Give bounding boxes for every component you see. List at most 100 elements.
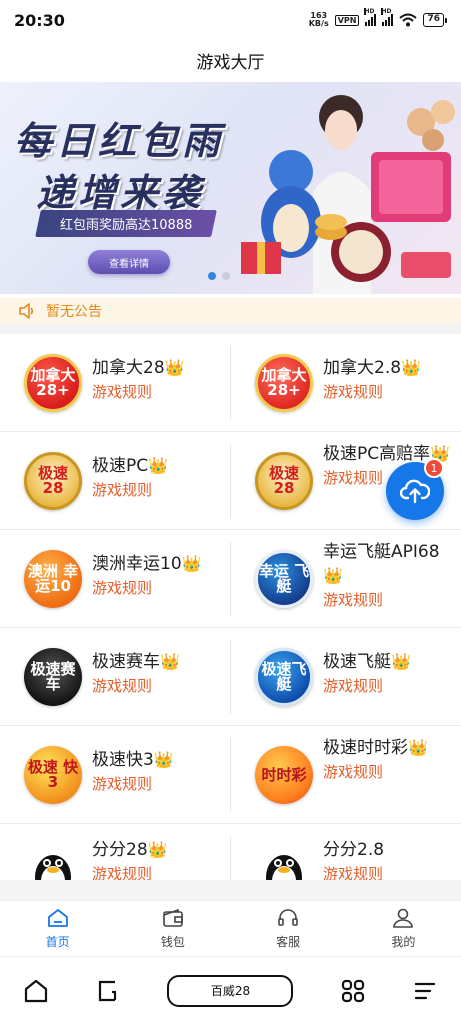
notice-bar[interactable]: 暂无公告: [0, 298, 461, 324]
game-card-jisu-pc[interactable]: 极速 28 极速PC👑 游戏规则: [0, 432, 230, 530]
game-name: 极速PC: [92, 456, 149, 476]
notification-badge: 1: [424, 458, 444, 478]
current-app-pill[interactable]: 百威28: [167, 974, 294, 1007]
game-rules-link[interactable]: 游戏规则: [92, 380, 226, 404]
tab-label: 首页: [45, 935, 70, 949]
game-card-canada28[interactable]: 加拿大 28+ 加拿大28👑 游戏规则: [0, 334, 230, 432]
game-name: 澳洲幸运10: [92, 554, 182, 574]
promo-banner[interactable]: 每日红包雨 递增来袭 红包雨奖励高达10888 查看详情: [0, 82, 461, 294]
game-row: 极速赛车 极速赛车👑 游戏规则 极速飞艇 极速飞艇👑 游戏规则: [0, 628, 461, 726]
game-card-aus-lucky10[interactable]: 澳洲 幸运10 澳洲幸运10👑 游戏规则: [0, 530, 230, 628]
game-rules-link[interactable]: 游戏规则: [323, 380, 457, 404]
network-speed-unit: KB/s: [308, 19, 329, 28]
canada28-logo-icon: 加拿大 28+: [24, 354, 82, 412]
carousel-dot-2[interactable]: [222, 272, 230, 280]
game-name: 极速飞艇: [323, 652, 391, 672]
crown-icon: 👑: [148, 456, 169, 475]
game-rules-link[interactable]: 游戏规则: [323, 760, 457, 784]
game-title: 加拿大28👑: [92, 356, 226, 380]
tab-home[interactable]: 首页: [0, 901, 115, 956]
banner-tagline: 红包雨奖励高达10888: [35, 210, 218, 237]
wallet-icon: [163, 908, 183, 927]
back-nav-icon[interactable]: [95, 978, 121, 1004]
game-card-canada2-8[interactable]: 加拿大 28+ 加拿大2.8👑 游戏规则: [231, 334, 461, 432]
network-speed: 163 KB/s: [309, 12, 329, 28]
crown-icon: 👑: [401, 358, 421, 377]
tab-label: 钱包: [160, 935, 185, 949]
game-title: 加拿大2.8👑: [323, 356, 457, 380]
game-row: 加拿大 28+ 加拿大28👑 游戏规则 加拿大 28+ 加拿大2.8👑 游戏规则: [0, 334, 461, 432]
carousel-dot-1[interactable]: [208, 272, 216, 280]
game-title: 幸运飞艇API68 👑: [323, 540, 457, 588]
game-title: 极速赛车👑: [92, 650, 226, 674]
wifi-icon: [399, 13, 418, 27]
upload-fab-button[interactable]: 1: [386, 458, 444, 520]
home-nav-icon[interactable]: [23, 978, 49, 1004]
tab-profile[interactable]: 我的: [346, 901, 461, 956]
user-icon: [393, 908, 414, 928]
k3-logo-icon: 极速 快3: [24, 746, 82, 804]
headset-icon: [278, 909, 298, 926]
game-row: 分分28👑 游戏规则 分分2.8 游戏规则: [0, 824, 461, 880]
crown-icon: 👑: [323, 566, 343, 585]
game-title: 极速时时彩👑: [323, 736, 457, 760]
game-card-jisu-airship[interactable]: 极速飞艇 极速飞艇👑 游戏规则: [231, 628, 461, 726]
game-name: 加拿大2.8: [323, 358, 402, 378]
signal-hd-label-2: HD: [381, 8, 392, 15]
game-name: 分分2.8: [323, 840, 385, 860]
menu-lines-icon[interactable]: [412, 978, 438, 1004]
status-indicators: 163 KB/s VPN HD HD 76: [309, 8, 447, 28]
signal-hd-label: HD: [364, 8, 375, 15]
game-card-jisu-racing[interactable]: 极速赛车 极速赛车👑 游戏规则: [0, 628, 230, 726]
game-name: 极速快3: [92, 750, 154, 770]
game-card-fenfen28[interactable]: 分分28👑 游戏规则: [0, 824, 230, 880]
bottom-tab-bar: 首页 钱包 客服 我的: [0, 900, 461, 956]
game-name: 极速赛车: [92, 652, 160, 672]
jisu28-logo-icon: 极速 28: [24, 452, 82, 510]
game-rules-link[interactable]: 游戏规则: [92, 478, 226, 502]
game-title: 分分28👑: [92, 838, 226, 862]
game-title: 澳洲幸运10👑: [92, 552, 226, 576]
crown-icon: 👑: [160, 652, 180, 671]
game-rules-link[interactable]: 游戏规则: [323, 588, 457, 612]
page-title: 游戏大厅: [196, 52, 265, 73]
banner-tagline-text: 红包雨奖励高达10888: [60, 218, 193, 233]
notice-text: 暂无公告: [46, 304, 102, 320]
game-card-fenfen2-8[interactable]: 分分2.8 游戏规则: [231, 824, 461, 880]
game-rules-link[interactable]: 游戏规则: [92, 862, 226, 880]
game-name: 极速时时彩: [323, 738, 408, 758]
game-rules-link[interactable]: 游戏规则: [92, 576, 226, 600]
game-name: 极速PC高赔率: [323, 444, 431, 464]
game-title: 极速PC👑: [92, 454, 226, 478]
app-grid-icon[interactable]: [340, 978, 366, 1004]
carousel-indicator[interactable]: [208, 272, 230, 280]
qq-penguin-icon: [255, 844, 313, 880]
tab-wallet[interactable]: 钱包: [115, 901, 230, 956]
lucky10-logo-icon: 澳洲 幸运10: [24, 550, 82, 608]
game-card-lucky-airship-api68[interactable]: 幸运 飞艇 幸运飞艇API68 👑 游戏规则: [231, 530, 461, 628]
game-rules-link[interactable]: 游戏规则: [323, 862, 457, 880]
crown-icon: 👑: [181, 554, 202, 573]
header: 游戏大厅: [0, 40, 461, 80]
banner-headline-2: 递增来袭: [36, 171, 205, 215]
game-rules-link[interactable]: 游戏规则: [92, 674, 226, 698]
game-rules-link[interactable]: 游戏规则: [323, 674, 457, 698]
tab-customer-service[interactable]: 客服: [231, 901, 346, 956]
game-row: 澳洲 幸运10 澳洲幸运10👑 游戏规则 幸运 飞艇 幸运飞艇API68👑 游戏…: [0, 530, 461, 628]
speaker-icon: [19, 303, 34, 319]
vpn-icon: VPN: [334, 14, 360, 26]
banner-details-button[interactable]: 查看详情: [88, 250, 170, 274]
game-card-jisu-ssc[interactable]: 时时彩 极速时时彩👑 游戏规则: [231, 726, 461, 824]
jisu28-logo-icon: 极速 28: [255, 452, 313, 510]
game-name: 分分28: [92, 840, 148, 860]
game-name: 加拿大28: [92, 358, 165, 378]
system-navigation-bar: 百威28: [0, 956, 461, 1024]
game-title: 分分2.8: [323, 838, 457, 862]
qq-penguin-icon: [24, 844, 82, 880]
game-card-jisu-k3[interactable]: 极速 快3 极速快3👑 游戏规则: [0, 726, 230, 824]
section-divider: [0, 324, 461, 334]
battery-level: 76: [423, 13, 444, 27]
tab-label: 客服: [276, 935, 301, 949]
game-rules-link[interactable]: 游戏规则: [92, 772, 226, 796]
game-title: 极速快3👑: [92, 748, 226, 772]
